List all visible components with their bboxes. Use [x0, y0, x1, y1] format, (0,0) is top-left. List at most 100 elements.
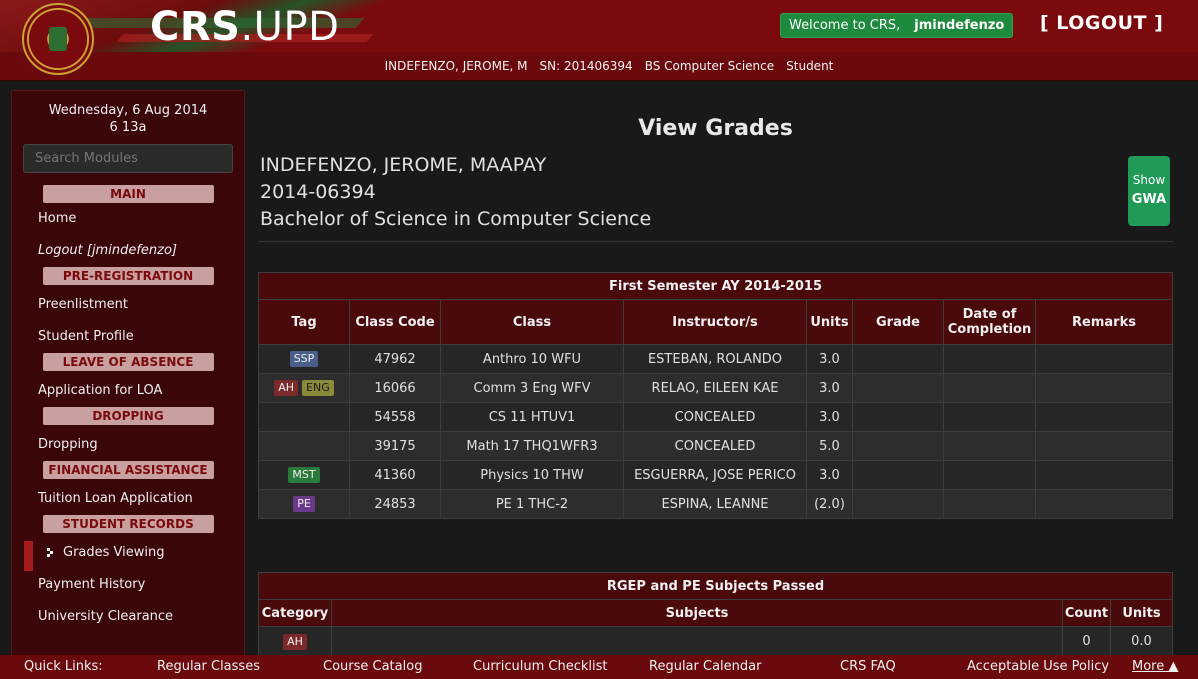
- tag-badge: AH: [274, 380, 299, 396]
- cell-grade: [852, 460, 944, 490]
- quick-links-footer: Quick Links: Regular Classes Course Cata…: [0, 655, 1198, 679]
- cell-remarks: [1035, 460, 1173, 490]
- username-label: jmindefenzo: [914, 18, 1005, 33]
- tag-badge: AH: [283, 633, 307, 650]
- sidebar-item-university-clearance[interactable]: University Clearance: [12, 601, 244, 633]
- cell-remarks: [1035, 344, 1173, 374]
- footer-link-regular-classes[interactable]: Regular Classes: [157, 659, 260, 674]
- sidebar: Wednesday, 6 Aug 2014 6 13a MAIN Home Lo…: [11, 90, 245, 670]
- cell-grade: [852, 373, 944, 403]
- tag-cell: SSP: [258, 344, 350, 374]
- sidebar-item-grades-viewing[interactable]: Grades Viewing: [12, 537, 244, 571]
- cell-code: 54558: [349, 402, 441, 432]
- cell-grade: [852, 489, 944, 519]
- tag-cell: PE: [258, 489, 350, 519]
- date-line: Wednesday, 6 Aug 2014: [48, 103, 208, 118]
- column-header-subjects: Subjects: [331, 599, 1063, 627]
- sidebar-item-label: Grades Viewing: [63, 545, 165, 560]
- cell-units: 3.0: [806, 460, 853, 490]
- welcome-badge: Welcome to CRS, jmindefenzo: [780, 13, 1014, 38]
- cell-class: Physics 10 THW: [440, 460, 624, 490]
- footer-link-acceptable-use-policy[interactable]: Acceptable Use Policy: [967, 659, 1109, 674]
- tag-badge: SSP: [289, 351, 319, 367]
- column-header-count: Count: [1062, 599, 1111, 627]
- welcome-text: Welcome to CRS,: [789, 18, 901, 33]
- seal-emblem: [49, 27, 67, 51]
- show-gwa-button[interactable]: Show GWA: [1128, 156, 1170, 226]
- column-header-class-code: Class Code: [349, 299, 441, 345]
- column-header-remarks: Remarks: [1035, 299, 1173, 345]
- current-date: Wednesday, 6 Aug 2014 6 13a: [12, 102, 244, 136]
- brand-title: CRS.UPD: [150, 4, 340, 50]
- cell-date: [943, 460, 1036, 490]
- cell-remarks: [1035, 431, 1173, 461]
- sidebar-item-preenlistment[interactable]: Preenlistment: [12, 289, 244, 321]
- logout-button[interactable]: [ LOGOUT ]: [1040, 12, 1163, 34]
- gwa-show-label: Show: [1132, 173, 1166, 187]
- cell-grade: [852, 431, 944, 461]
- cell-date: [943, 431, 1036, 461]
- cell-units: (2.0): [806, 489, 853, 519]
- sidebar-item-application-for-loa[interactable]: Application for LOA: [12, 375, 244, 407]
- sidebar-item-dropping[interactable]: Dropping: [12, 429, 244, 461]
- cell-code: 16066: [349, 373, 441, 403]
- cell-instructor: ESPINA, LEANNE: [623, 489, 807, 519]
- chevron-right-icon: [47, 548, 53, 557]
- column-header-units: Units: [1110, 599, 1173, 627]
- column-header-instructor: Instructor/s: [623, 299, 807, 345]
- footer-link-regular-calendar[interactable]: Regular Calendar: [649, 659, 761, 674]
- student-summary-bar: INDEFENZO, JEROME, M SN: 201406394 BS Co…: [0, 52, 1198, 81]
- tag-badge: ENG: [302, 380, 334, 396]
- cell-grade: [852, 344, 944, 374]
- more-links-button[interactable]: More ▲: [1132, 659, 1178, 674]
- cell-date: [943, 402, 1036, 432]
- student-full-name: INDEFENZO, JEROME, MAAPAY: [260, 154, 547, 176]
- page-title: View Grades: [638, 116, 793, 141]
- tag-cell: MST: [258, 460, 350, 490]
- cell-units: 3.0: [806, 373, 853, 403]
- column-header-class: Class: [440, 299, 624, 345]
- cell-code: 39175: [349, 431, 441, 461]
- section-header-dropping: DROPPING: [42, 407, 214, 425]
- active-indicator: [24, 541, 33, 571]
- subheader-name: INDEFENZO, JEROME, M: [384, 59, 528, 73]
- quick-links-label: Quick Links:: [24, 659, 103, 674]
- sidebar-item-home[interactable]: Home: [12, 203, 244, 235]
- cell-code: 47962: [349, 344, 441, 374]
- time-line: 6 13a: [109, 120, 147, 135]
- cell-units: 0.0: [1110, 626, 1173, 657]
- section-header-student-records: STUDENT RECORDS: [42, 515, 214, 533]
- cell-remarks: [1035, 373, 1173, 403]
- sidebar-item-payment-history[interactable]: Payment History: [12, 569, 244, 601]
- cell-grade: [852, 402, 944, 432]
- sidebar-item-logout[interactable]: Logout [jmindefenzo]: [12, 235, 244, 267]
- student-number: 2014-06394: [260, 181, 376, 203]
- cell-date: [943, 344, 1036, 374]
- subheader-student-number: SN: 201406394: [539, 59, 633, 73]
- table-row: SSP 47962 Anthro 10 WFU ESTEBAN, ROLANDO 3.0: [258, 344, 1173, 374]
- student-info: INDEFENZO, JEROME, MAAPAY 2014-06394 Bac…: [260, 152, 651, 233]
- grades-table-caption: First Semester AY 2014-2015: [258, 272, 1173, 300]
- cell-instructor: CONCEALED: [623, 431, 807, 461]
- search-modules-input[interactable]: [23, 144, 233, 173]
- rgep-table-caption: RGEP and PE Subjects Passed: [258, 572, 1173, 600]
- sidebar-item-tuition-loan[interactable]: Tuition Loan Application: [12, 483, 244, 515]
- cell-remarks: [1035, 402, 1173, 432]
- section-header-leave-of-absence: LEAVE OF ABSENCE: [42, 353, 214, 371]
- footer-link-crs-faq[interactable]: CRS FAQ: [840, 659, 896, 674]
- footer-link-curriculum-checklist[interactable]: Curriculum Checklist: [473, 659, 608, 674]
- column-header-tag: Tag: [258, 299, 350, 345]
- cell-class: PE 1 THC-2: [440, 489, 624, 519]
- sidebar-item-student-profile[interactable]: Student Profile: [12, 321, 244, 353]
- cell-category: AH: [258, 626, 332, 657]
- footer-link-course-catalog[interactable]: Course Catalog: [323, 659, 422, 674]
- student-program: Bachelor of Science in Computer Science: [260, 208, 652, 230]
- cell-class: Anthro 10 WFU: [440, 344, 624, 374]
- cell-class: Comm 3 Eng WFV: [440, 373, 624, 403]
- tag-cell: [258, 431, 350, 461]
- cell-class: CS 11 HTUV1: [440, 402, 624, 432]
- cell-count: 0: [1062, 626, 1111, 657]
- cell-instructor: ESTEBAN, ROLANDO: [623, 344, 807, 374]
- table-row: AH 0 0.0: [258, 626, 1173, 657]
- section-header-main: MAIN: [42, 185, 214, 203]
